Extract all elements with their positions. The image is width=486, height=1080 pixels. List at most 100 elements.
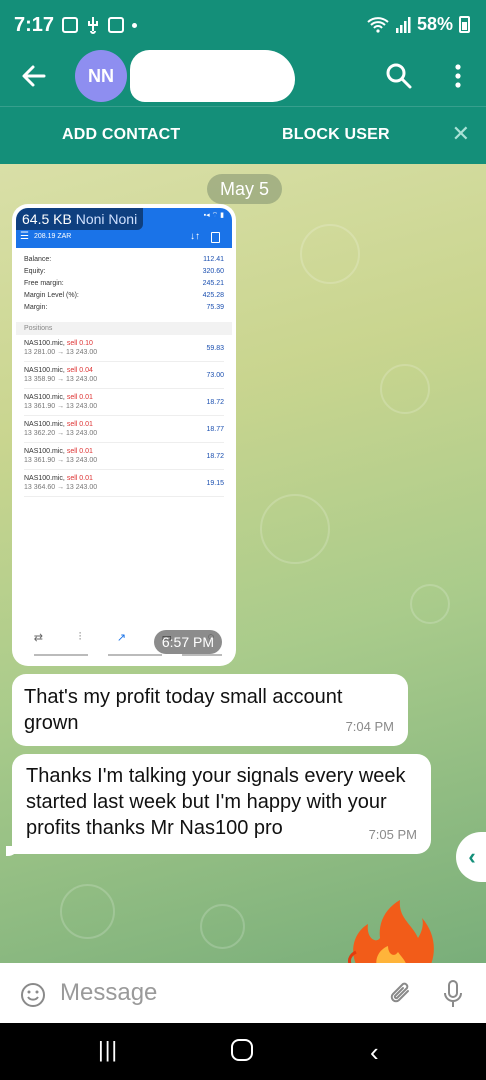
image-size: 64.5 KB — [22, 211, 72, 227]
screen-record-icon — [108, 17, 124, 33]
position-profit: 19.15 — [206, 479, 224, 487]
position-row: NAS100.mic, sell 0.01 13 362.20 → 13 243.… — [24, 416, 224, 443]
chevron-left-icon[interactable]: ‹ — [456, 832, 486, 882]
position-prices: 13 364.60 → 13 243.00 — [24, 484, 98, 491]
quotes-icon: ⇄ — [33, 631, 43, 644]
screenshot-menu-icon: ☰ — [20, 231, 29, 242]
contact-name-redacted[interactable] — [130, 50, 295, 102]
summary-value: 320.60 — [202, 268, 224, 275]
image-time: 6:57 PM — [153, 630, 222, 654]
more-notifications-dot — [132, 22, 137, 28]
summary-value: 112.41 — [203, 256, 224, 263]
position-prices: 13 361.90 → 13 243.00 — [24, 457, 98, 464]
background-doodle — [200, 904, 245, 949]
search-icon[interactable] — [384, 61, 414, 91]
avatar[interactable]: NN — [75, 50, 127, 102]
position-info: NAS100.mic, sell 0.10 13 281.00 → 13 243.… — [24, 339, 97, 357]
chat-header: NN — [0, 50, 486, 106]
position-info: NAS100.mic, sell 0.01 13 362.20 → 13 243.… — [24, 420, 97, 438]
fire-emoji-icon — [348, 900, 434, 963]
position-symbol: NAS100.mic, — [24, 394, 65, 401]
position-profit: 59.83 — [206, 344, 224, 352]
position-profit: 73.00 — [206, 371, 224, 379]
summary-value: 425.28 — [202, 292, 224, 299]
position-info: NAS100.mic, sell 0.04 13 358.90 → 13 243.… — [24, 366, 97, 384]
message-time: 7:05 PM — [368, 827, 417, 842]
position-row: NAS100.mic, sell 0.01 13 364.60 → 13 243.… — [24, 470, 224, 497]
screenshot-top-bar: 64.5 KB Noni Noni ▪◂ ⌔ ▮ ☰ 208.19 ZAR ↓↑ — [16, 208, 232, 248]
image-size-chip: 64.5 KB Noni Noni — [16, 208, 144, 230]
position-profit: 18.77 — [206, 425, 224, 433]
message-bubble[interactable]: That's my profit today small account gro… — [12, 674, 408, 746]
message-text: Thanks I'm talking your signals every we… — [26, 765, 406, 839]
positions-heading: Positions — [16, 322, 232, 335]
close-icon[interactable]: ✕ — [452, 123, 470, 145]
position-prices: 13 358.90 → 13 243.00 — [24, 376, 98, 383]
summary-row: Margin: 75.39 — [24, 302, 224, 314]
recent-apps-icon[interactable]: ||| — [98, 1037, 118, 1063]
screenshot-nav-line — [182, 654, 222, 656]
status-bar: 7:17 58% — [0, 0, 486, 50]
summary-row: Balance: 112.41 — [24, 254, 224, 266]
position-prices: 13 362.20 → 13 243.00 — [24, 430, 98, 437]
image-sender: Noni Noni — [75, 211, 138, 227]
summary-value: 245.21 — [202, 280, 224, 287]
position-symbol: NAS100.mic, — [24, 340, 65, 347]
summary-row: Free margin: 245.21 — [24, 278, 224, 290]
position-info: NAS100.mic, sell 0.01 13 364.60 → 13 243.… — [24, 474, 97, 492]
position-row: NAS100.mic, sell 0.04 13 358.90 → 13 243.… — [24, 362, 224, 389]
background-doodle — [380, 364, 430, 414]
gallery-notification-icon — [62, 17, 78, 33]
battery-percent: 58% — [416, 14, 453, 34]
position-profit: 18.72 — [206, 452, 224, 460]
background-doodle — [300, 224, 360, 284]
summary-label: Equity: — [24, 268, 46, 275]
summary-label: Balance: — [24, 256, 52, 263]
message-text: That's my profit today small account gro… — [24, 686, 343, 734]
screenshot-nav-line — [108, 654, 162, 656]
add-contact-button[interactable]: ADD CONTACT — [62, 126, 180, 144]
message-input[interactable] — [60, 975, 360, 1011]
position-side: sell 0.10 — [66, 340, 93, 347]
home-icon[interactable] — [231, 1039, 253, 1061]
position-row: NAS100.mic, sell 0.01 13 361.90 → 13 243.… — [24, 389, 224, 416]
message-input-bar — [0, 963, 486, 1023]
position-symbol: NAS100.mic, — [24, 421, 65, 428]
more-vertical-icon[interactable] — [448, 61, 468, 91]
attach-icon[interactable] — [386, 979, 416, 1009]
summary-row: Equity: 320.60 — [24, 266, 224, 278]
position-symbol: NAS100.mic, — [24, 475, 65, 482]
date-chip: May 5 — [207, 174, 282, 204]
screenshot-nav-line — [34, 654, 88, 656]
notification-icons — [62, 16, 137, 34]
background-doodle — [410, 584, 450, 624]
position-side: sell 0.04 — [66, 367, 93, 374]
chat-area[interactable]: May 5 64.5 KB Noni Noni ▪◂ ⌔ ▮ ☰ 208.19 … — [0, 164, 486, 963]
message-bubble[interactable]: Thanks I'm talking your signals every we… — [12, 754, 431, 854]
block-user-button[interactable]: BLOCK USER — [282, 126, 390, 144]
wifi-icon — [367, 16, 389, 33]
signal-icon — [395, 16, 411, 33]
position-side: sell 0.01 — [66, 448, 93, 455]
position-row: NAS100.mic, sell 0.01 13 361.90 → 13 243.… — [24, 443, 224, 470]
position-profit: 18.72 — [206, 398, 224, 406]
summary-label: Free margin: — [24, 280, 64, 287]
trading-screenshot[interactable]: 64.5 KB Noni Noni ▪◂ ⌔ ▮ ☰ 208.19 ZAR ↓↑… — [16, 208, 232, 662]
status-time: 7:17 — [14, 14, 55, 36]
chart-icon: ⫶ — [78, 630, 82, 643]
image-message[interactable]: 64.5 KB Noni Noni ▪◂ ⌔ ▮ ☰ 208.19 ZAR ↓↑… — [12, 204, 236, 666]
status-right: 58% — [367, 14, 470, 35]
summary-value: 75.39 — [206, 304, 224, 311]
screenshot-account-summary: Balance: 112.41 Equity: 320.60 Free margin… — [16, 248, 232, 497]
back-chevron-icon[interactable]: ‹ — [370, 1037, 379, 1068]
back-arrow-icon[interactable] — [18, 60, 50, 92]
position-info: NAS100.mic, sell 0.01 13 361.90 → 13 243.… — [24, 447, 97, 465]
position-prices: 13 281.00 → 13 243.00 — [24, 349, 98, 356]
summary-label: Margin: — [24, 304, 48, 311]
emoji-icon[interactable] — [20, 982, 46, 1008]
usb-notification-icon — [88, 17, 98, 34]
position-symbol: NAS100.mic, — [24, 448, 65, 455]
battery-icon — [459, 16, 470, 33]
screenshot-document-icon — [211, 232, 220, 243]
microphone-icon[interactable] — [440, 979, 466, 1009]
